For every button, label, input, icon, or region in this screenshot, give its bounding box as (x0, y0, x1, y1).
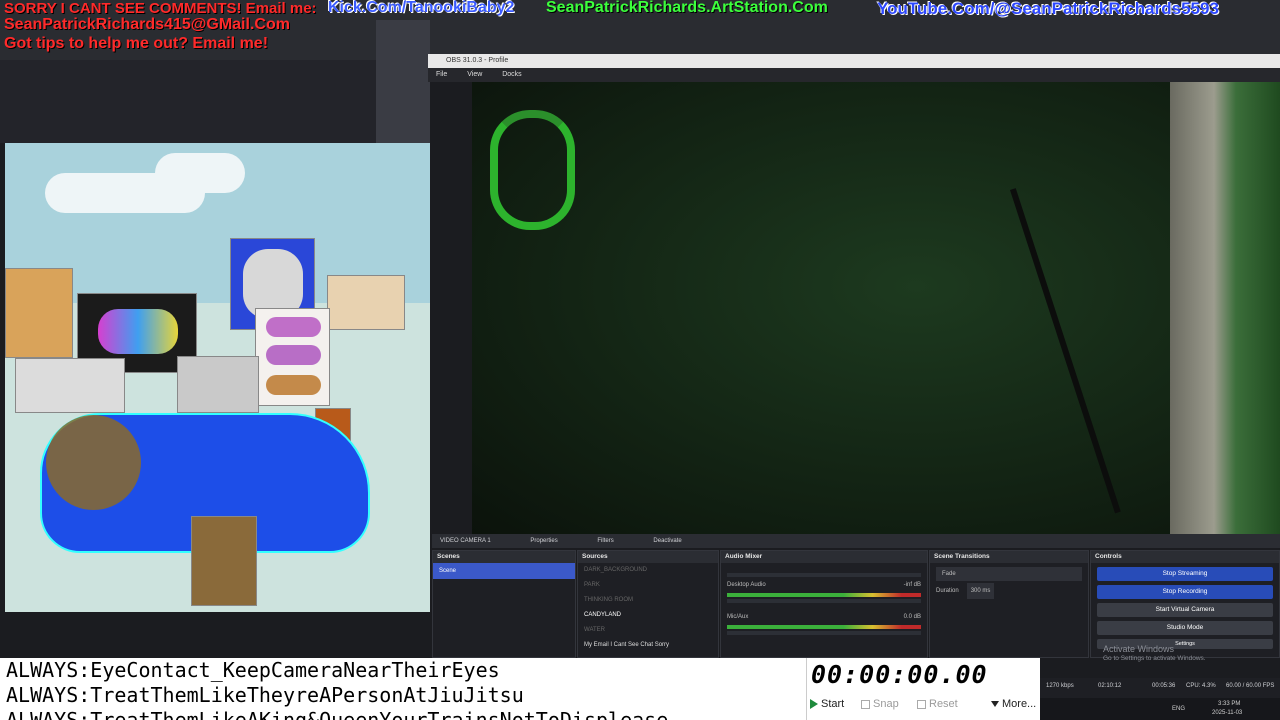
sources-header: Sources (578, 551, 718, 563)
chevron-down-icon (991, 701, 999, 707)
activate-windows-watermark: Activate Windows Go to Settings to activ… (1103, 644, 1206, 663)
always-notes-panel: ALWAYS:EyeContact_KeepCameraNearTheirEye… (0, 658, 806, 720)
note-line: ALWAYS:TreatThemLikeTheyreAPersonAtJiuJi… (6, 683, 524, 707)
mic-aux-row: Mic/Aux 0.0 dB (721, 611, 927, 623)
duration-label: Duration (936, 588, 959, 594)
stop-recording-button[interactable]: Stop Recording (1097, 585, 1273, 599)
more-button[interactable]: More... (991, 698, 1036, 710)
scene-transitions-dock: Scene Transitions Fade Duration 300 ms (929, 550, 1089, 658)
clock-date[interactable]: 2025-11-03 (1212, 710, 1242, 716)
sources-dock: Sources DARK_BACKGROUND PARK THINKING RO… (577, 550, 719, 658)
reset-button[interactable]: Reset (917, 698, 958, 710)
green-screen-camera-feed (472, 82, 1280, 536)
transition-select[interactable]: Fade (936, 567, 1082, 581)
mic-aux-slider[interactable] (727, 631, 921, 635)
stream-time-readout: 02:10:12 (1098, 683, 1122, 689)
filters-button[interactable]: Filters (597, 538, 613, 544)
menu-docks[interactable]: Docks (502, 71, 521, 78)
reference-art-board (5, 143, 430, 612)
green-cable-object (490, 110, 575, 230)
controls-header: Controls (1091, 551, 1279, 563)
muscle-diagram-image (255, 308, 330, 406)
start-button-label: Start (821, 698, 845, 710)
record-time-readout: 00:05:36 (1152, 683, 1176, 689)
obs-preview-canvas[interactable] (472, 82, 1280, 536)
start-virtual-camera-button[interactable]: Start Virtual Camera (1097, 603, 1273, 617)
windows-taskbar-tray: ENG 3:33 PM 2025-11-03 (1040, 698, 1280, 720)
studio-mode-button[interactable]: Studio Mode (1097, 621, 1273, 635)
lioness-sketch-image (327, 275, 405, 330)
overlay-tips-text: Got tips to help me out? Email me! (4, 35, 269, 52)
roaring-lion-photo (191, 516, 257, 606)
scene-transitions-header: Scene Transitions (930, 551, 1088, 563)
stop-streaming-button[interactable]: Stop Streaming (1097, 567, 1273, 581)
left-background (0, 60, 430, 143)
stopwatch-widget: 00:00:00.00 Start Snap Reset More... (806, 658, 1040, 720)
language-indicator[interactable]: ENG (1172, 706, 1185, 712)
selected-source-name: VIDEO CAMERA 1 (440, 538, 491, 544)
overlay-sorry-text: SORRY I CANT SEE COMMENTS! Email me: (4, 0, 317, 17)
desktop-audio-row: Desktop Audio -inf dB (721, 579, 927, 591)
mic-aux-label: Mic/Aux (727, 614, 749, 620)
note-line: ALWAYS:TreatThemLikeAKing&QueenYourTrain… (6, 708, 669, 720)
scenes-header: Scenes (433, 551, 575, 563)
stream-overlay-header: SORRY I CANT SEE COMMENTS! Email me: Kic… (0, 0, 1280, 60)
volume-meter (727, 573, 921, 577)
source-item[interactable]: PARK (578, 578, 718, 593)
audio-mixer-header: Audio Mixer (721, 551, 927, 563)
source-item[interactable]: DARK_BACKGROUND (578, 563, 718, 578)
scenes-dock: Scenes Scene (432, 550, 576, 658)
properties-button[interactable]: Properties (530, 538, 557, 544)
duration-input[interactable]: 300 ms (966, 583, 995, 599)
activate-windows-subtitle: Go to Settings to activate Windows. (1103, 654, 1206, 662)
lion-head-reference-image (5, 268, 73, 358)
desktop-audio-db: -inf dB (903, 582, 921, 588)
clock-time[interactable]: 3:33 PM (1218, 701, 1240, 707)
overlay-email-text: SeanPatrickRichards415@GMail.Com (4, 16, 290, 33)
overlay-artstation-link: SeanPatrickRichards.ArtStation.Com (546, 0, 828, 16)
activate-windows-title: Activate Windows (1103, 644, 1175, 654)
play-icon (810, 699, 818, 709)
snap-button-label: Snap (873, 698, 899, 710)
overlay-kick-link: Kick.Com/TanookiBaby2 (328, 0, 515, 16)
source-item[interactable]: My Email I Cant See Chat Sorry (578, 638, 718, 653)
fps-readout: 60.00 / 60.00 FPS (1226, 683, 1275, 689)
overlay-youtube-link: YouTube.Com/@SeanPatrickRichards5593 (877, 0, 1219, 18)
cloud (155, 153, 245, 193)
stopwatch-time-display: 00:00:00.00 (811, 660, 988, 689)
source-item[interactable]: WATER (578, 623, 718, 638)
scene-item[interactable]: Scene (433, 563, 575, 579)
reset-icon (917, 699, 926, 709)
menu-view[interactable]: View (467, 71, 482, 78)
mic-aux-db: 0.0 dB (903, 614, 921, 620)
glitch-strip (376, 20, 430, 155)
menu-file[interactable]: File (436, 71, 447, 78)
reset-button-label: Reset (929, 698, 958, 710)
bitrate-readout: 1270 kbps (1046, 683, 1074, 689)
transition-duration-row: Duration 300 ms (930, 583, 1088, 599)
obs-menu-bar: File View Docks (428, 68, 1280, 82)
desktop-audio-slider[interactable] (727, 599, 921, 603)
more-button-label: More... (1002, 698, 1037, 710)
mic-aux-meter (727, 625, 921, 629)
cpu-readout: CPU: 4.3% (1186, 683, 1216, 689)
source-item[interactable]: CANDYLAND (578, 608, 718, 623)
desktop-audio-label: Desktop Audio (727, 582, 766, 588)
obs-source-toolbar: VIDEO CAMERA 1 Properties Filters Deacti… (432, 534, 1280, 548)
lioness-statue-image (177, 356, 259, 413)
camera-wall-edge (1170, 82, 1280, 536)
desktop-audio-meter (727, 593, 921, 597)
deactivate-button[interactable]: Deactivate (653, 538, 681, 544)
audio-mixer-dock: Audio Mixer Desktop Audio -inf dB Mic/Au… (720, 550, 928, 658)
start-button[interactable]: Start (810, 698, 844, 710)
obs-title-bar: OBS 31.0.3 - Profile (428, 54, 1280, 68)
snap-button[interactable]: Snap (861, 698, 899, 710)
source-item[interactable]: THINKING ROOM (578, 593, 718, 608)
controls-dock: Controls Stop Streaming Stop Recording S… (1090, 550, 1280, 658)
note-line: ALWAYS:EyeContact_KeepCameraNearTheirEye… (6, 658, 500, 682)
white-lioness-render-image (15, 358, 125, 413)
snap-icon (861, 699, 870, 709)
